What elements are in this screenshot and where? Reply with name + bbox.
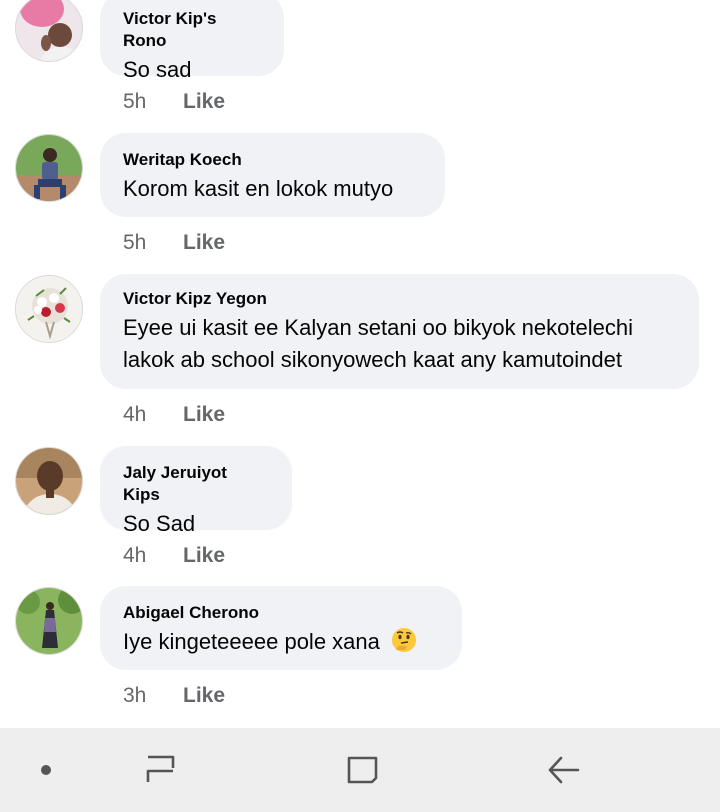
comment-meta: 4h Like [123,544,225,568]
comment-meta: 3h Like [123,684,225,708]
like-button[interactable]: Like [183,544,225,567]
comment-meta: 5h Like [123,231,225,255]
comment-time: 5h [123,231,147,254]
comment-text: So Sad [123,511,196,536]
comment-time: 3h [123,684,147,707]
comment-text-row: Iye kingeteeeee pole xana [123,626,438,658]
comment-bubble: Abigael Cherono Iye kingeteeeee pole xan… [100,586,462,670]
like-button[interactable]: Like [183,403,225,426]
comment-author[interactable]: Jaly Jeruiyot Kips [123,462,268,506]
comment-author[interactable]: Victor Kip's Rono [123,8,260,52]
comment-text-line: Eyee ui kasit ee Kalyan setani oo bikyok… [123,315,633,340]
recent-apps-icon[interactable] [131,748,191,792]
comment-author[interactable]: Abigael Cherono [123,602,438,624]
navigation-bar [0,728,720,812]
like-button[interactable]: Like [183,231,225,254]
comment-author[interactable]: Victor Kipz Yegon [123,288,675,310]
like-button[interactable]: Like [183,684,225,707]
comment-time: 4h [123,544,147,567]
comment-time: 4h [123,403,147,426]
comment-text: So sad [123,57,192,82]
comment-text-line: lakok ab school sikonyowech kaat any kam… [123,347,622,372]
thinking-face-icon [390,626,418,654]
avatar[interactable] [15,275,83,343]
comment-bubble: Jaly Jeruiyot Kips So Sad [100,446,292,536]
avatar[interactable] [15,134,83,202]
avatar[interactable] [15,0,83,62]
back-icon[interactable] [534,748,594,792]
comment-bubble: Victor Kipz Yegon Eyee ui kasit ee Kalya… [100,274,699,389]
comment-meta: 5h Like [123,90,225,114]
comment-text: Korom kasit en lokok mutyo [123,176,394,201]
home-icon[interactable] [332,748,392,792]
comment-author[interactable]: Weritap Koech [123,149,421,171]
comment-bubble: Victor Kip's Rono So sad [100,0,284,82]
comment-text: Iye kingeteeeee pole xana [123,629,380,654]
comment-meta: 4h Like [123,403,225,427]
comment-bubble: Weritap Koech Korom kasit en lokok mutyo [100,133,445,217]
avatar[interactable] [15,587,83,655]
avatar[interactable] [15,447,83,515]
dot-indicator-icon[interactable] [16,748,76,792]
like-button[interactable]: Like [183,90,225,113]
comment-time: 5h [123,90,147,113]
